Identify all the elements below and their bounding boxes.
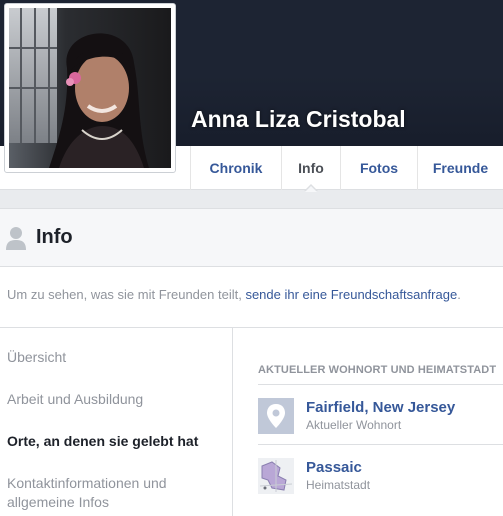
info-panel-header: Info bbox=[0, 209, 503, 267]
place-hometown-name[interactable]: Passaic bbox=[306, 459, 370, 476]
place-hometown: Passaic Heimatstadt bbox=[258, 458, 370, 494]
profile-name[interactable]: Anna Liza Cristobal bbox=[191, 106, 406, 133]
tab-fotos[interactable]: Fotos bbox=[340, 146, 417, 190]
profile-photo-image bbox=[9, 8, 171, 168]
map-thumbnail-icon[interactable] bbox=[258, 458, 294, 494]
notice-text: Um zu sehen, was sie mit Freunden teilt, bbox=[7, 287, 246, 302]
map-pin-icon bbox=[258, 398, 294, 434]
divider bbox=[258, 444, 503, 445]
info-content: Übersicht Arbeit und Ausbildung Orte, an… bbox=[0, 328, 503, 516]
friend-request-notice: Um zu sehen, was sie mit Freunden teilt,… bbox=[0, 267, 503, 328]
places-section: AKTUELLER WOHNORT UND HEIMATSTADT Fairfi… bbox=[233, 328, 503, 516]
tab-info[interactable]: Info bbox=[281, 146, 340, 192]
profile-picture[interactable] bbox=[4, 3, 176, 173]
info-panel: Info Um zu sehen, was sie mit Freunden t… bbox=[0, 208, 503, 516]
place-hometown-subtitle: Heimatstadt bbox=[306, 478, 371, 492]
place-current-city: Fairfield, New Jersey Aktueller Wohnort bbox=[258, 398, 455, 434]
place-current-city-subtitle: Aktueller Wohnort bbox=[306, 418, 402, 432]
notice-suffix: . bbox=[457, 287, 461, 302]
profile-tabs: Chronik Info Fotos Freunde bbox=[190, 146, 503, 192]
divider bbox=[258, 384, 503, 385]
nav-item-uebersicht[interactable]: Übersicht bbox=[7, 348, 66, 367]
nav-item-kontaktinformationen[interactable]: Kontaktinformationen und allgemeine Info… bbox=[7, 474, 167, 512]
nav-item-kontakt-line1: Kontaktinformationen und bbox=[7, 475, 167, 491]
places-section-title: AKTUELLER WOHNORT UND HEIMATSTADT bbox=[258, 364, 497, 376]
tab-chronik[interactable]: Chronik bbox=[190, 146, 281, 190]
tab-freunde[interactable]: Freunde bbox=[417, 146, 503, 190]
place-current-city-name[interactable]: Fairfield, New Jersey bbox=[306, 399, 455, 416]
info-left-nav: Übersicht Arbeit und Ausbildung Orte, an… bbox=[0, 328, 233, 516]
friend-request-link[interactable]: sende ihr eine Freundschaftsanfrage bbox=[245, 287, 457, 302]
nav-item-orte[interactable]: Orte, an denen sie gelebt hat bbox=[7, 432, 198, 451]
panel-title: Info bbox=[36, 226, 73, 248]
nav-item-kontakt-line2: allgemeine Infos bbox=[7, 494, 109, 510]
nav-item-arbeit-ausbildung[interactable]: Arbeit und Ausbildung bbox=[7, 390, 143, 409]
user-silhouette-icon bbox=[6, 226, 26, 250]
